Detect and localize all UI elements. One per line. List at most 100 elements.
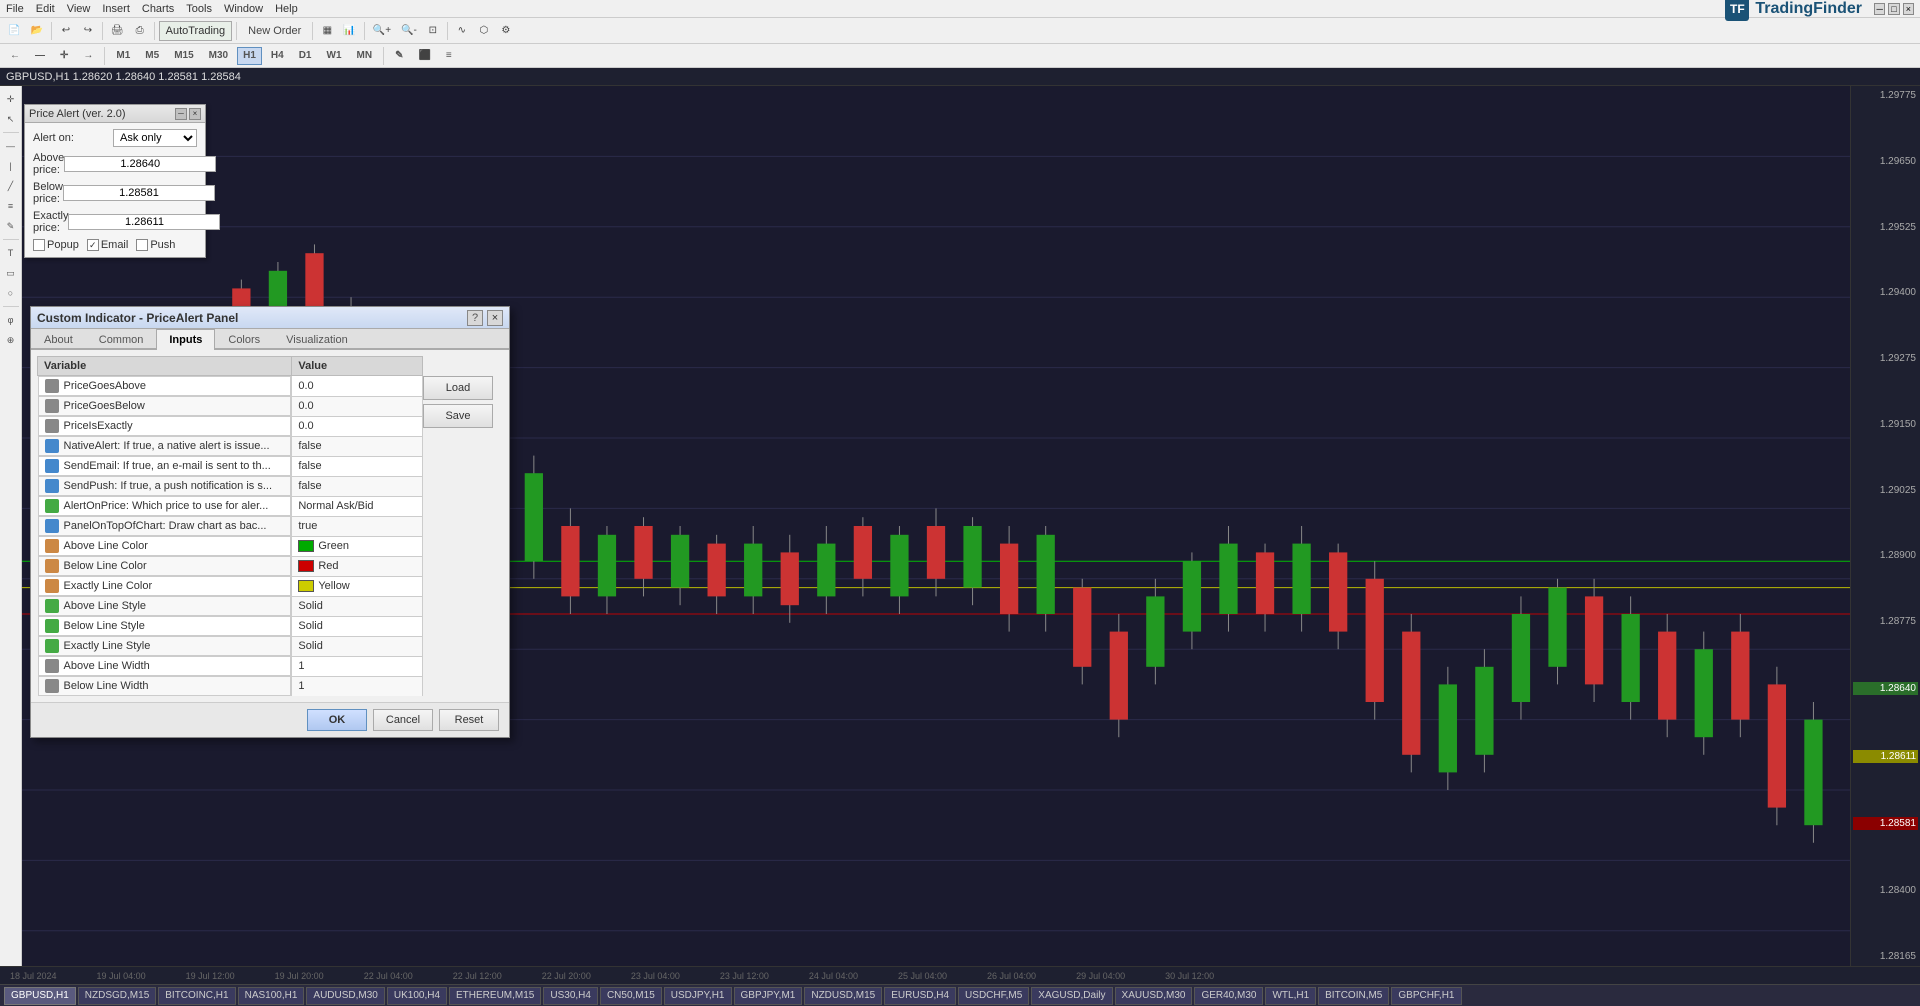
bottom-tab-item[interactable]: NZDSGD,M15: [78, 987, 156, 1005]
tab-colors[interactable]: Colors: [215, 329, 273, 350]
menu-insert[interactable]: Insert: [102, 3, 130, 15]
timeframe-M1[interactable]: M1: [110, 47, 136, 65]
load-button[interactable]: Load: [423, 376, 493, 400]
dialog-title-bar[interactable]: Custom Indicator - PriceAlert Panel ? ×: [31, 307, 509, 329]
chart-candle-btn[interactable]: 📊: [339, 21, 359, 41]
timeframe-MN[interactable]: MN: [351, 47, 379, 65]
print-preview-btn[interactable]: ⎙: [130, 21, 150, 41]
bottom-tab-item[interactable]: WTL,H1: [1265, 987, 1316, 1005]
menu-charts[interactable]: Charts: [142, 3, 174, 15]
left-crosshair[interactable]: ✛: [2, 90, 20, 108]
popup-checkbox[interactable]: [33, 239, 45, 251]
bottom-tab-item[interactable]: XAUUSD,M30: [1115, 987, 1193, 1005]
tab-about[interactable]: About: [31, 329, 86, 350]
timeframe-W1[interactable]: W1: [321, 47, 348, 65]
window-minimize[interactable]: ─: [1874, 3, 1885, 15]
price-alert-minimize[interactable]: ─: [175, 108, 187, 120]
template-btn[interactable]: ≡: [440, 47, 458, 65]
bottom-tab-item[interactable]: NAS100,H1: [238, 987, 305, 1005]
dialog-close-button[interactable]: ×: [487, 310, 503, 326]
autotrading-button[interactable]: AutoTrading: [159, 21, 233, 41]
table-row[interactable]: NativeAlert: If true, a native alert is …: [38, 436, 423, 456]
bottom-tab-item[interactable]: NZDUSD,M15: [804, 987, 882, 1005]
table-row[interactable]: PriceIsExactly0.0: [38, 416, 423, 436]
bottom-tab-item[interactable]: USDJPY,H1: [664, 987, 732, 1005]
table-row[interactable]: Above Line StyleSolid: [38, 596, 423, 616]
bottom-tab-item[interactable]: US30,H4: [543, 987, 598, 1005]
left-line-h[interactable]: —: [2, 137, 20, 155]
objects-btn[interactable]: ⬡: [474, 21, 494, 41]
exactly-price-input[interactable]: [68, 214, 220, 230]
timeframe-H4[interactable]: H4: [265, 47, 290, 65]
bottom-tab-item[interactable]: ETHEREUM,M15: [449, 987, 541, 1005]
table-row[interactable]: Exactly Line StyleSolid: [38, 636, 423, 656]
push-checkbox[interactable]: [136, 239, 148, 251]
table-row[interactable]: SendPush: If true, a push notification i…: [38, 476, 423, 496]
timeframe-cross[interactable]: ✛: [54, 47, 74, 65]
bottom-tab-item[interactable]: XAGUSD,Daily: [1031, 987, 1112, 1005]
table-row[interactable]: PriceGoesAbove0.0: [38, 376, 423, 397]
table-row[interactable]: Below Line Width1: [38, 676, 423, 696]
settings-btn[interactable]: ⚙: [496, 21, 516, 41]
bottom-tab-item[interactable]: BITCOIN,M5: [1318, 987, 1389, 1005]
cancel-button[interactable]: Cancel: [373, 709, 433, 731]
left-rect[interactable]: ▭: [2, 264, 20, 282]
table-row[interactable]: Above Line Width1: [38, 656, 423, 676]
bottom-tab-item[interactable]: BITCOINC,H1: [158, 987, 235, 1005]
bottom-tab-item[interactable]: GBPCHF,H1: [1391, 987, 1461, 1005]
ok-button[interactable]: OK: [307, 709, 367, 731]
timeframe-M5[interactable]: M5: [139, 47, 165, 65]
bottom-tab-item[interactable]: AUDUSD,M30: [306, 987, 384, 1005]
menu-view[interactable]: View: [67, 3, 91, 15]
inputs-table-wrap[interactable]: Variable Value PriceGoesAbove0.0PriceGoe…: [37, 356, 423, 696]
left-pencil[interactable]: ✎: [2, 217, 20, 235]
zoom-in-btn[interactable]: 🔍+: [369, 21, 395, 41]
window-close[interactable]: ×: [1903, 3, 1914, 15]
timeframe-D1[interactable]: D1: [293, 47, 318, 65]
left-expand[interactable]: ⊕: [2, 331, 20, 349]
left-trend[interactable]: ╱: [2, 177, 20, 195]
email-checkbox[interactable]: [87, 239, 99, 251]
alert-on-dropdown[interactable]: Ask only: [113, 129, 197, 147]
left-line-v[interactable]: |: [2, 157, 20, 175]
above-price-input[interactable]: [64, 156, 216, 172]
menu-edit[interactable]: Edit: [36, 3, 55, 15]
timeframe-arrow-right[interactable]: →: [77, 47, 99, 65]
price-alert-close[interactable]: ×: [189, 108, 201, 120]
window-maximize[interactable]: □: [1888, 3, 1899, 15]
table-row[interactable]: Above Line ColorGreen: [38, 536, 423, 556]
timeframe-M15[interactable]: M15: [168, 47, 199, 65]
tab-common[interactable]: Common: [86, 329, 157, 350]
table-row[interactable]: Below Line StyleSolid: [38, 616, 423, 636]
menu-window[interactable]: Window: [224, 3, 263, 15]
bottom-tab-item[interactable]: CN50,M15: [600, 987, 662, 1005]
table-row[interactable]: AlertOnPrice: Which price to use for ale…: [38, 496, 423, 516]
chart-bar-btn[interactable]: ▦: [317, 21, 337, 41]
color-btn[interactable]: ⬛: [412, 47, 436, 65]
indicators-btn[interactable]: ∿: [452, 21, 472, 41]
reset-button[interactable]: Reset: [439, 709, 499, 731]
fit-btn[interactable]: ⊡: [423, 21, 443, 41]
table-row[interactable]: PriceGoesBelow0.0: [38, 396, 423, 416]
left-arrow[interactable]: ↖: [2, 110, 20, 128]
timeframe-arrow-left[interactable]: ←: [4, 47, 26, 65]
bottom-tab-item[interactable]: GER40,M30: [1194, 987, 1263, 1005]
table-row[interactable]: Exactly Line ColorYellow: [38, 576, 423, 596]
table-row[interactable]: PanelOnTopOfChart: Draw chart as bac...t…: [38, 516, 423, 536]
left-text[interactable]: T: [2, 244, 20, 262]
bottom-tab-item[interactable]: UK100,H4: [387, 987, 447, 1005]
table-row[interactable]: Below Line ColorRed: [38, 556, 423, 576]
tab-visualization[interactable]: Visualization: [273, 329, 361, 350]
left-channel[interactable]: ≡: [2, 197, 20, 215]
tab-inputs[interactable]: Inputs: [156, 329, 215, 350]
bottom-tab-item[interactable]: EURUSD,H4: [884, 987, 956, 1005]
left-fib[interactable]: φ: [2, 311, 20, 329]
timeframe-H1[interactable]: H1: [237, 47, 262, 65]
undo-btn[interactable]: ↩: [56, 21, 76, 41]
redo-btn[interactable]: ↪: [78, 21, 98, 41]
open-btn[interactable]: 📂: [26, 21, 46, 41]
print-btn[interactable]: 🖨: [107, 21, 128, 41]
bottom-tab-item[interactable]: GBPUSD,H1: [4, 987, 76, 1005]
new-order-button[interactable]: New Order: [241, 21, 308, 41]
bottom-tab-item[interactable]: GBPJPY,M1: [734, 987, 803, 1005]
